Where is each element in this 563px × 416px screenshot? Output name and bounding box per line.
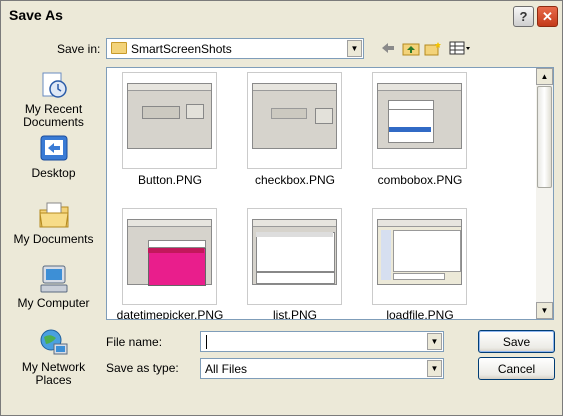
new-folder-icon[interactable] (424, 40, 442, 56)
file-name[interactable]: list.PNG (232, 308, 358, 319)
scroll-up-icon[interactable]: ▲ (536, 68, 553, 85)
recent-documents-icon (38, 69, 70, 101)
file-name[interactable]: datetimepicker.PNG (107, 308, 233, 319)
desktop-icon (38, 133, 70, 165)
save-in-label: Save in: (57, 42, 101, 56)
save-as-type-dropdown[interactable]: All Files ▼ (200, 358, 444, 379)
chevron-down-icon[interactable]: ▼ (427, 360, 442, 377)
thumbnail-image (252, 219, 337, 285)
place-label: My Network Places (21, 360, 86, 387)
vertical-scrollbar[interactable]: ▲ ▼ (536, 68, 553, 319)
thumbnail-image (377, 219, 462, 285)
my-documents-icon (38, 199, 70, 231)
file-thumbnail[interactable] (122, 72, 217, 169)
place-label: My Recent Documents (23, 102, 84, 129)
dialog-title: Save As (9, 7, 63, 23)
file-name-label: File name: (106, 335, 163, 349)
place-network-places[interactable]: My Network Places (7, 327, 100, 387)
file-name[interactable]: loadfile.PNG (357, 308, 483, 319)
up-folder-icon[interactable] (402, 40, 420, 56)
thumbnail-image (252, 83, 337, 149)
close-button[interactable]: ✕ (537, 6, 558, 27)
text-caret (206, 335, 207, 349)
save-button[interactable]: Save (478, 330, 555, 353)
file-thumbnail[interactable] (247, 208, 342, 305)
thumbnail-image (127, 83, 212, 149)
file-thumbnail[interactable] (372, 72, 467, 169)
save-in-dropdown[interactable]: SmartScreenShots ▼ (106, 38, 364, 59)
save-as-type-label: Save as type: (106, 361, 179, 375)
help-button[interactable]: ? (513, 6, 534, 27)
my-computer-icon (38, 263, 70, 295)
scroll-down-icon[interactable]: ▼ (536, 302, 553, 319)
place-label: Desktop (31, 166, 76, 180)
save-in-value: SmartScreenShots (131, 42, 232, 56)
chevron-down-icon[interactable]: ▼ (347, 40, 362, 57)
views-menu-icon[interactable] (448, 40, 472, 56)
file-thumbnail[interactable] (247, 72, 342, 169)
cancel-button[interactable]: Cancel (478, 357, 555, 380)
thumbnail-image (377, 83, 462, 149)
place-my-documents[interactable]: My Documents (7, 199, 100, 246)
place-label: My Documents (13, 232, 94, 246)
file-thumbnail[interactable] (372, 208, 467, 305)
folder-icon (111, 42, 127, 54)
network-places-icon (38, 327, 70, 359)
save-as-dialog: Save As ? ✕ Save in: SmartScreenShots ▼ … (0, 0, 563, 416)
scroll-thumb[interactable] (537, 86, 552, 188)
place-desktop[interactable]: Desktop (7, 133, 100, 180)
save-as-type-value: All Files (205, 362, 248, 376)
place-label: My Computer (17, 296, 90, 310)
file-list[interactable]: Button.PNG checkbox.PNG combobox.PNG dat… (106, 67, 554, 320)
title-bar: Save As ? ✕ (1, 1, 562, 31)
place-recent-documents[interactable]: My Recent Documents (7, 69, 100, 129)
file-name[interactable]: combobox.PNG (357, 173, 483, 187)
place-my-computer[interactable]: My Computer (7, 263, 100, 310)
thumbnail-image (127, 219, 212, 286)
places-bar: My Recent Documents Desktop My Documents… (7, 65, 100, 410)
file-name[interactable]: Button.PNG (107, 173, 233, 187)
file-thumbnail[interactable] (122, 208, 217, 305)
file-name[interactable]: checkbox.PNG (232, 173, 358, 187)
file-name-field[interactable]: ▼ (200, 331, 444, 352)
back-arrow-icon[interactable] (379, 40, 397, 56)
chevron-down-icon[interactable]: ▼ (427, 333, 442, 350)
